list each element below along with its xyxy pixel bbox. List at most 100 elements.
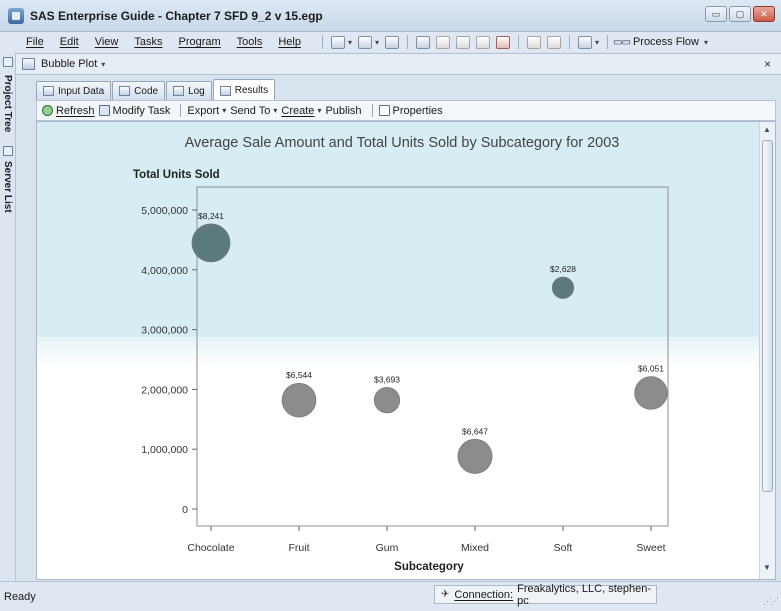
refresh-button[interactable]: Refresh xyxy=(42,105,95,117)
bubble-label: $6,544 xyxy=(286,370,312,380)
process-flow-button[interactable]: Process Flow xyxy=(633,36,699,48)
menu-bar: File Edit View Tasks Program Tools Help … xyxy=(0,32,781,52)
connection-icon: ✈ xyxy=(441,589,450,600)
results-pane: Average Sale Amount and Total Units Sold… xyxy=(36,121,776,580)
print-icon[interactable] xyxy=(416,35,431,49)
document-icon xyxy=(22,58,35,70)
server-list-tab[interactable]: Server List xyxy=(2,161,13,213)
document-close-icon[interactable]: × xyxy=(764,57,771,71)
redo-icon[interactable] xyxy=(547,35,562,49)
paste-icon[interactable] xyxy=(476,35,491,49)
create-dropdown-icon: ▾ xyxy=(317,106,322,115)
bubble-fruit[interactable] xyxy=(281,382,317,418)
refresh-icon xyxy=(42,105,53,116)
menu-file[interactable]: File xyxy=(26,36,44,48)
side-panel-tabs: Project Tree Server List xyxy=(0,53,16,581)
status-text: Ready xyxy=(4,590,36,603)
new-icon[interactable] xyxy=(330,35,345,49)
bubble-chocolate[interactable] xyxy=(191,223,231,263)
modify-task-icon xyxy=(98,105,110,116)
status-bar: Ready xyxy=(0,581,781,611)
tab-label: Code xyxy=(134,85,159,97)
action-separator xyxy=(371,104,373,117)
action-separator xyxy=(180,104,182,117)
y-tick-label: 5,000,000 xyxy=(141,205,188,217)
menu-program[interactable]: Program xyxy=(178,36,220,48)
menu-tools[interactable]: Tools xyxy=(237,36,263,48)
tab-results[interactable]: Results xyxy=(212,79,276,101)
copy-icon[interactable] xyxy=(456,35,471,49)
save-icon[interactable] xyxy=(385,35,400,49)
bubble-label: $3,693 xyxy=(374,374,400,384)
bubble-plot: Average Sale Amount and Total Units Sold… xyxy=(133,135,669,573)
y-tick-label: 2,000,000 xyxy=(141,384,188,396)
menu-tasks[interactable]: Tasks xyxy=(134,36,162,48)
tab-label: Input Data xyxy=(58,85,105,97)
menu-edit[interactable]: Edit xyxy=(60,36,79,48)
bubble-label: $6,647 xyxy=(462,426,488,436)
chart-title: Average Sale Amount and Total Units Sold… xyxy=(185,135,620,151)
create-button[interactable]: Create ▾ xyxy=(281,105,321,117)
bubble-mixed[interactable] xyxy=(457,438,493,474)
bubble-label: $8,241 xyxy=(198,211,224,221)
chart-area: Average Sale Amount and Total Units Sold… xyxy=(37,122,759,579)
bubble-gum[interactable] xyxy=(373,387,401,414)
toolbar-separator xyxy=(407,35,409,49)
tab-input-data[interactable]: Input Data xyxy=(36,81,112,100)
window-layout-icon[interactable] xyxy=(578,35,593,49)
x-tick-label: Chocolate xyxy=(187,542,234,554)
delete-icon[interactable] xyxy=(496,35,511,49)
window-title: SAS Enterprise Guide - Chapter 7 SFD 9_2… xyxy=(30,8,323,23)
toolbar-separator xyxy=(518,35,520,49)
open-icon[interactable] xyxy=(358,35,372,49)
process-flow-icon: ▭▭ xyxy=(613,36,631,48)
x-tick-label: Mixed xyxy=(461,542,489,554)
scroll-down-icon[interactable]: ▼ xyxy=(763,563,771,572)
send-to-dropdown-icon: ▾ xyxy=(273,106,278,115)
x-axis-title: Subcategory xyxy=(394,561,464,573)
bubble-soft[interactable] xyxy=(551,276,575,299)
window-controls: ▭ ▢ ✕ xyxy=(705,6,775,22)
scroll-up-icon[interactable]: ▲ xyxy=(763,125,771,134)
menu-help[interactable]: Help xyxy=(278,36,301,48)
send-to-button[interactable]: Send To ▾ xyxy=(230,105,277,117)
window-layout-dropdown-icon[interactable]: ▾ xyxy=(595,38,599,47)
export-button[interactable]: Export ▾ xyxy=(187,105,226,117)
modify-task-button[interactable]: Modify Task xyxy=(98,105,170,117)
x-axis: Chocolate Fruit Gum Mixed Soft Sweet xyxy=(187,526,666,554)
x-tick-label: Soft xyxy=(554,542,573,554)
log-icon xyxy=(173,86,185,96)
connection-status[interactable]: ✈ Connection: Freakalytics, LLC, stephen… xyxy=(434,583,657,607)
tab-code[interactable]: Code xyxy=(112,81,166,100)
resize-grip-icon[interactable]: ⋰⋰ xyxy=(763,596,779,607)
properties-button[interactable]: Properties xyxy=(378,105,443,117)
cut-icon[interactable] xyxy=(436,35,451,49)
toolbar-separator xyxy=(607,35,609,49)
input-data-icon xyxy=(43,86,54,96)
menu-view[interactable]: View xyxy=(95,36,119,48)
document-title[interactable]: Bubble Plot xyxy=(41,58,97,70)
bubble-sweet[interactable] xyxy=(634,376,668,410)
scrollbar-thumb[interactable] xyxy=(762,140,773,492)
minimize-button[interactable]: ▭ xyxy=(705,6,727,22)
properties-icon xyxy=(378,105,390,116)
undo-icon[interactable] xyxy=(527,35,542,49)
open-dropdown-icon[interactable]: ▾ xyxy=(375,38,379,47)
process-flow-dropdown-icon[interactable]: ▾ xyxy=(704,38,708,47)
maximize-button[interactable]: ▢ xyxy=(729,6,751,22)
tab-log[interactable]: Log xyxy=(166,81,212,100)
close-button[interactable]: ✕ xyxy=(753,6,775,22)
y-tick-label: 4,000,000 xyxy=(141,265,188,277)
view-tabs: Input Data Code Log Results xyxy=(36,78,776,101)
plot-frame xyxy=(196,186,669,527)
project-tree-tab[interactable]: Project Tree xyxy=(2,75,13,132)
vertical-scrollbar[interactable]: ▲ ▼ xyxy=(759,122,775,579)
toolbar-separator xyxy=(569,35,571,49)
new-dropdown-icon[interactable]: ▾ xyxy=(348,38,352,47)
bubble-label: $6,051 xyxy=(638,364,664,374)
bubble-series: $8,241 $6,544 $3,693 $6,647 $2,628 $6,051 xyxy=(191,211,668,474)
y-tick-label: 1,000,000 xyxy=(141,444,188,456)
publish-button[interactable]: Publish xyxy=(325,105,361,117)
bubble-plot-doc-icon xyxy=(3,57,13,67)
document-dropdown-icon[interactable]: ▾ xyxy=(101,60,105,69)
